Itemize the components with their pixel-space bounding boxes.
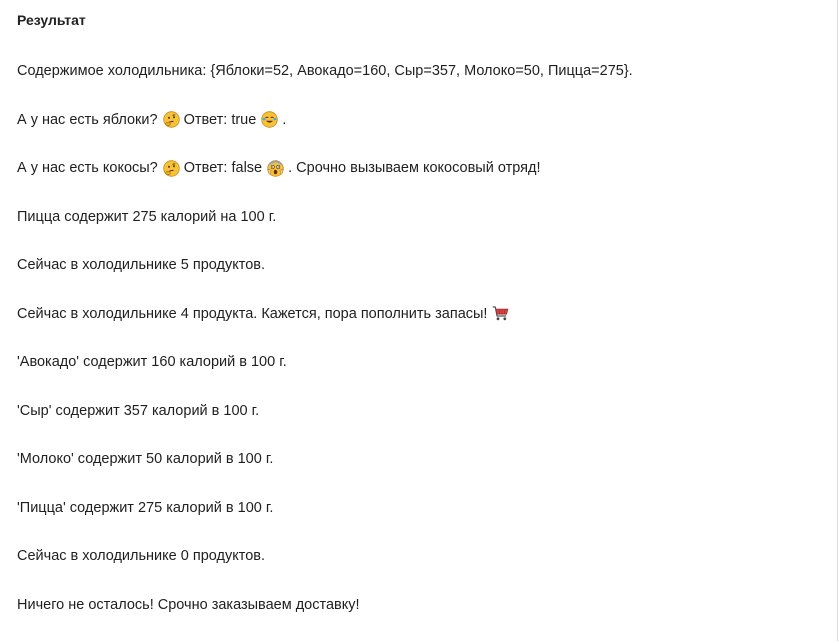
output-text: Пицца содержит 275 калорий на 100 г.: [17, 208, 277, 225]
thinking-face-icon: [162, 111, 180, 128]
shopping-cart-icon: [492, 305, 509, 322]
output-text: 'Авокадо' содержит 160 калорий в 100 г.: [17, 354, 287, 370]
output-text: А у нас есть яблоки?: [17, 111, 158, 128]
output-text: Сейчас в холодильнике 0 продуктов.: [17, 548, 265, 564]
output-line-milk: 'Молоко' содержит 50 калорий в 100 г.: [17, 450, 827, 468]
result-panel: Результат Содержимое холодильника: {Ябло…: [0, 0, 838, 641]
output-text: 'Сыр' содержит 357 калорий в 100 г.: [17, 402, 260, 419]
smiling-face-icon: [261, 111, 279, 128]
output-text: А у нас есть кокосы?: [17, 160, 158, 176]
result-title: Результат: [17, 12, 86, 28]
output-line-avocado: 'Авокадо' содержит 160 калорий в 100 г.: [17, 353, 827, 371]
console-output: Содержимое холодильника: {Яблоки=52, Аво…: [17, 62, 827, 644]
thinking-face-icon: [163, 159, 180, 177]
output-text: Содержимое холодильника: {Яблоки=52, Аво…: [17, 63, 633, 79]
output-line-coconuts: А у нас есть кокосы? Ответ: false . Сроч…: [17, 159, 827, 177]
output-line-count-5: Сейчас в холодильнике 5 продуктов.: [17, 256, 827, 274]
output-text: 'Молоко' содержит 50 калорий в 100 г.: [17, 451, 274, 467]
screaming-face-icon: [267, 159, 284, 177]
output-text: Ничего не осталось! Срочно заказываем до…: [17, 596, 360, 613]
output-line-count-4: Сейчас в холодильнике 4 продукта. Кажетс…: [17, 305, 827, 323]
output-line-pizza-calories: Пицца содержит 275 калорий на 100 г.: [17, 208, 827, 226]
output-text: Сейчас в холодильнике 5 продуктов.: [17, 257, 265, 273]
output-text: . Срочно вызываем кокосовый отряд!: [288, 160, 541, 176]
output-line-apples: А у нас есть яблоки? Ответ: true .: [17, 111, 827, 129]
output-line-cheese: 'Сыр' содержит 357 калорий в 100 г.: [17, 402, 827, 420]
output-text: .: [282, 111, 287, 128]
output-line-fridge-contents: Содержимое холодильника: {Яблоки=52, Аво…: [17, 62, 827, 80]
output-line-empty: Ничего не осталось! Срочно заказываем до…: [17, 596, 827, 614]
output-text: 'Пицца' содержит 275 калорий в 100 г.: [17, 499, 274, 516]
output-text: Сейчас в холодильнике 4 продукта. Кажетс…: [17, 305, 488, 322]
output-text: Ответ: true: [183, 111, 257, 128]
output-text: Ответ: false: [183, 160, 263, 176]
output-line-count-0: Сейчас в холодильнике 0 продуктов.: [17, 547, 827, 565]
output-line-pizza: 'Пицца' содержит 275 калорий в 100 г.: [17, 499, 827, 517]
